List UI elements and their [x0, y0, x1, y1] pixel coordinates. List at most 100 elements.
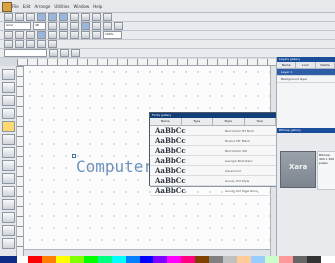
swatch[interactable]	[293, 256, 307, 263]
contour-tool[interactable]	[1, 199, 15, 210]
tracking-icon[interactable]	[26, 40, 35, 48]
text-icon[interactable]	[37, 31, 46, 39]
paste-icon[interactable]	[59, 13, 68, 21]
italic-icon[interactable]	[59, 22, 68, 30]
paragraph-icon[interactable]	[48, 40, 57, 48]
swatch[interactable]	[251, 256, 266, 263]
freehand-tool[interactable]	[1, 95, 15, 106]
swatch[interactable]	[97, 256, 112, 263]
context-field[interactable]	[4, 49, 47, 57]
cut-icon[interactable]	[37, 13, 46, 21]
swatch[interactable]	[209, 256, 224, 263]
ellipse-tool[interactable]	[1, 147, 15, 158]
swatch[interactable]	[111, 256, 126, 263]
font-row[interactable]: AaBbCc Bodoni MT Black	[150, 136, 276, 146]
save-icon[interactable]	[26, 13, 35, 21]
align-right-icon[interactable]	[103, 22, 112, 30]
underline-icon[interactable]	[70, 22, 79, 30]
menu-file[interactable]: File	[12, 4, 19, 9]
shadow-tool[interactable]	[1, 186, 15, 197]
font-row[interactable]: AaBbCc Bell Gothic BT Bold	[150, 126, 276, 136]
rectangle-tool[interactable]	[1, 134, 15, 145]
bitmap-preview[interactable]: Xara	[280, 151, 316, 188]
swatch[interactable]	[153, 256, 168, 263]
align-center-icon[interactable]	[92, 22, 101, 30]
open-icon[interactable]	[15, 13, 24, 21]
pen-tool[interactable]	[1, 108, 15, 119]
font-sample: AaBbCc	[155, 166, 186, 175]
transparency-tool[interactable]	[1, 173, 15, 184]
swatch[interactable]	[69, 256, 84, 263]
font-name: Bell Gothic BT Bold	[225, 128, 254, 133]
rect-icon[interactable]	[48, 31, 57, 39]
zoom-field[interactable]: 100%	[103, 31, 122, 39]
tab-size[interactable]: Size	[245, 118, 276, 125]
swatch[interactable]	[320, 256, 335, 263]
ellipse-icon[interactable]	[59, 31, 68, 39]
copy-icon[interactable]	[48, 13, 57, 21]
zoom-in-icon[interactable]	[92, 13, 101, 21]
shape-icon[interactable]	[15, 31, 24, 39]
text-toolbar	[0, 40, 335, 49]
kerning-icon[interactable]	[15, 40, 24, 48]
horizontal-scrollbar[interactable]	[24, 249, 270, 256]
menu-window[interactable]: Window	[73, 4, 89, 9]
swatch[interactable]	[55, 256, 70, 263]
redo-icon[interactable]	[81, 13, 90, 21]
swatch[interactable]	[139, 256, 154, 263]
new-icon[interactable]	[4, 13, 13, 21]
undo-icon[interactable]	[70, 13, 79, 21]
line-icon[interactable]	[26, 31, 35, 39]
canvas-text[interactable]: Computer	[76, 157, 153, 176]
line-spacing-icon[interactable]	[4, 40, 13, 48]
swatch[interactable]	[167, 256, 182, 263]
swatch[interactable]	[83, 256, 98, 263]
swatch[interactable]	[237, 256, 252, 263]
swatch[interactable]	[125, 256, 140, 263]
font-row[interactable]: AaBbCc Goudy Old Style Bold	[150, 186, 276, 196]
baseline-icon[interactable]	[37, 40, 46, 48]
context-icon-1[interactable]	[49, 49, 58, 57]
menu-edit[interactable]: Edit	[23, 4, 31, 9]
polygon-icon[interactable]	[70, 31, 79, 39]
swatch[interactable]	[306, 256, 321, 263]
swatch[interactable]	[27, 256, 42, 263]
fill-tool[interactable]	[1, 160, 15, 171]
swatch[interactable]	[181, 256, 196, 263]
font-size-field[interactable]: 48	[33, 22, 46, 30]
font-select[interactable]: Arial	[4, 22, 31, 30]
context-icon-2[interactable]	[60, 49, 69, 57]
swatch[interactable]	[223, 256, 238, 263]
swatch[interactable]	[195, 256, 210, 263]
font-row[interactable]: AaBbCc Georgia Bold Italic	[150, 156, 276, 166]
menu-arrange[interactable]: Arrange	[34, 4, 50, 9]
text-tool[interactable]	[1, 121, 15, 132]
layer-item[interactable]: Background layer	[277, 76, 335, 83]
selector-tool[interactable]	[1, 69, 15, 80]
swatch[interactable]	[41, 256, 56, 263]
zoom-out-icon[interactable]	[103, 13, 112, 21]
context-icon-3[interactable]	[71, 49, 80, 57]
select-icon[interactable]	[4, 31, 13, 39]
swatch[interactable]	[265, 256, 280, 263]
justify-icon[interactable]	[114, 22, 123, 30]
bold-icon[interactable]	[48, 22, 57, 30]
push-tool[interactable]	[1, 238, 15, 249]
shape-editor-tool[interactable]	[1, 82, 15, 93]
tab-style[interactable]: Style	[213, 118, 245, 125]
blend-tool[interactable]	[1, 212, 15, 223]
font-name: Bodoni MT Black	[225, 138, 250, 143]
font-row[interactable]: AaBbCc Goudy Old Style	[150, 176, 276, 186]
menu-help[interactable]: Help	[93, 4, 102, 9]
tab-name[interactable]: Name	[150, 118, 182, 125]
font-row[interactable]: AaBbCc Garamond	[150, 166, 276, 176]
tab-type[interactable]: Type	[182, 118, 213, 125]
layer-item[interactable]: Layer 1	[277, 69, 335, 76]
fill-icon[interactable]	[81, 31, 90, 39]
zoom-tool[interactable]	[1, 225, 15, 236]
menu-utilities[interactable]: Utilities	[54, 4, 69, 9]
swatch[interactable]	[279, 256, 294, 263]
align-left-icon[interactable]	[81, 22, 90, 30]
font-row[interactable]: AaBbCc Bell Gothic Std	[150, 146, 276, 156]
shadow-icon[interactable]	[92, 31, 101, 39]
